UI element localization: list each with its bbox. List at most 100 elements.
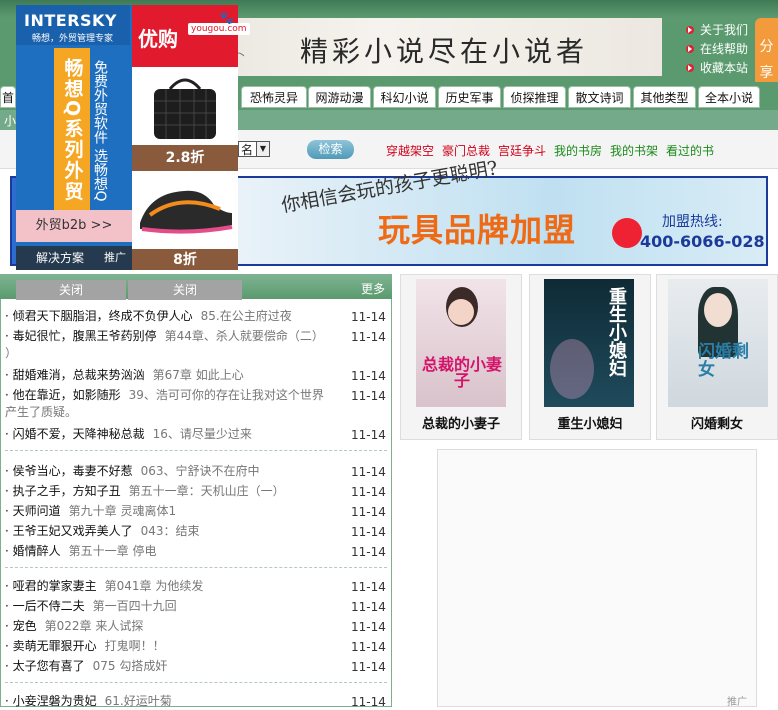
novel-title[interactable]: · 一后不侍二夫 [5,599,85,613]
novel-title[interactable]: · 毒妃很忙，腹黑王爷药别停 [5,329,157,343]
book-cover[interactable]: 闪婚剩女 [668,279,768,407]
chapter-title[interactable]: 39、浩可可你的存在让我对这个世界 [129,388,324,402]
bookmark-link[interactable]: 收藏本站 [686,58,756,77]
nav-tab-history[interactable]: 历史军事 [438,86,501,108]
chapter-title[interactable]: 第五十一章：天机山庄（一） [129,484,285,498]
about-link[interactable]: 关于我们 [686,20,756,39]
chapter-title[interactable]: 043：结束 [141,524,200,538]
update-date: 11-14 [351,525,386,539]
book-cover-title: 重生小媳妇 [606,287,627,377]
list-item[interactable]: · 毒妃很忙，腹黑王爷药别停 第44章、杀人就要偿命（二） ） [5,328,340,362]
book-cover[interactable]: 总裁的小妻子 [416,279,506,407]
novel-title[interactable]: · 闪婚不爱，天降神秘总裁 [5,427,145,441]
novel-title[interactable]: · 天师问道 [5,504,61,518]
ad-phone: 400-6066-028 [640,232,765,251]
link-ceo[interactable]: 豪门总裁 [442,142,490,159]
banner-slogan: 精彩小说尽在小说者 [300,35,589,68]
promo-box[interactable] [437,449,757,707]
ad-tag: 推广 [104,251,126,264]
list-item[interactable]: · 他在靠近，如影随形 39、浩可可你的存在让我对这个世界产生了质疑。 [5,387,340,421]
novel-title[interactable]: · 侯爷当心，毒妻不好惹 [5,464,133,478]
search-button[interactable]: 检索 [307,140,354,159]
list-item[interactable]: · 小妾涅磐为贵妃 61.好运叶菊 [5,693,340,710]
novel-title[interactable]: · 王爷王妃又戏弄美人了 [5,524,133,538]
list-item[interactable]: · 宠色 第022章 来人试探 [5,618,340,635]
sneaker-image[interactable] [132,171,238,249]
chapter-title[interactable]: 第五十一章 停电 [69,544,157,558]
list-item[interactable]: · 闪婚不爱，天降神秘总裁 16、请尽量少过来 [5,426,340,443]
intersky-logo: INTERSKY 畅想，外贸管理专家 [16,5,130,45]
list-item[interactable]: · 倾君天下胭脂泪，终成不负伊人心 85.在公主府过夜 [5,308,340,325]
chapter-title[interactable]: 第44章、杀人就要偿命（二） [165,329,324,343]
nav-tab-complete[interactable]: 全本小说 [698,86,760,108]
link-my-study[interactable]: 我的书房 [554,142,602,159]
solution-link[interactable]: 解决方案 推广 [16,246,132,270]
novel-title[interactable]: · 宠色 [5,619,37,633]
yougou-logo[interactable]: 优购 yougou.com 🐾 [132,5,250,67]
handbag-image[interactable] [132,67,238,145]
list-item[interactable]: · 太子您有喜了 075 勾搭成奸 [5,658,340,675]
sneaker-icon [140,190,233,234]
book-title[interactable]: 闪婚剩女 [656,413,778,432]
novel-title[interactable]: · 太子您有喜了 [5,659,85,673]
list-item[interactable]: · 一后不侍二夫 第一百四十九回 [5,598,340,615]
list-item[interactable]: · 哑君的掌家妻主 第041章 为他续发 [5,578,340,595]
arrow-icon [686,25,694,34]
list-item[interactable]: · 婚情醉人 第五十一章 停电 [5,543,340,560]
chapter-title-wrap[interactable]: ） [5,345,340,362]
nav-tab-horror[interactable]: 恐怖灵异 [241,86,307,108]
b2b-link[interactable]: 外贸b2b >> [16,210,132,242]
link-my-shelf[interactable]: 我的书架 [610,142,658,159]
chapter-title[interactable]: 打鬼啊！！ [105,639,165,653]
search-type-select[interactable]: 名 ▼ [238,141,270,157]
chapter-title[interactable]: 61.好运叶菊 [105,694,172,708]
chapter-title[interactable]: 85.在公主府过夜 [201,309,292,323]
top-links: 关于我们 在线帮助 收藏本站 [686,20,756,77]
novel-title[interactable]: · 执子之手，方知子丑 [5,484,121,498]
link-history[interactable]: 看过的书 [666,142,714,159]
phone-icon [612,218,642,248]
link-time-travel[interactable]: 穿越架空 [386,142,434,159]
chapter-title[interactable]: 第041章 为他续发 [105,579,204,593]
list-item[interactable]: · 甜婚难消，总裁来势汹汹 第67章 如此上心 [5,367,340,384]
novel-title[interactable]: · 甜婚难消，总裁来势汹汹 [5,368,145,382]
book-cover[interactable]: 重生小媳妇 [544,279,634,407]
list-item[interactable]: · 卖萌无罪狠开心 打鬼啊！！ [5,638,340,655]
help-link[interactable]: 在线帮助 [686,39,756,58]
novel-title[interactable]: · 哑君的掌家妻主 [5,579,97,593]
list-tab-1[interactable]: 关闭 [16,280,126,300]
chapter-title[interactable]: 第022章 来人试探 [45,619,144,633]
book-title[interactable]: 重生小媳妇 [529,413,651,432]
novel-title[interactable]: · 小妾涅磐为贵妃 [5,694,97,708]
novel-title[interactable]: · 婚情醉人 [5,544,61,558]
chapter-title-wrap[interactable]: 产生了质疑。 [5,404,340,421]
update-date: 11-14 [351,620,386,634]
link-palace[interactable]: 宫廷争斗 [498,142,546,159]
more-link[interactable]: 更多 [361,280,385,297]
discount-badge-2: 8折 [132,249,238,270]
list-item[interactable]: · 天师问道 第九十章 灵魂离体1 [5,503,340,520]
book-cover-title: 闪婚剩女 [698,342,749,380]
floating-ad-vertical-text: 畅想Q系列外贸 [54,48,90,212]
nav-tab-home[interactable]: 首 [0,86,16,108]
book-title[interactable]: 总裁的小妻子 [400,413,522,432]
novel-title[interactable]: · 他在靠近，如影随形 [5,388,121,402]
nav-tab-scifi[interactable]: 科幻小说 [373,86,436,108]
list-item[interactable]: · 王爷王妃又戏弄美人了 043：结束 [5,523,340,540]
list-item[interactable]: · 侯爷当心，毒妻不好惹 063、宁舒诀不在府中 [5,463,340,480]
chapter-title[interactable]: 第九十章 灵魂离体1 [69,504,176,518]
nav-tab-other[interactable]: 其他类型 [633,86,696,108]
novel-title[interactable]: · 倾君天下胭脂泪，终成不负伊人心 [5,309,193,323]
arrow-icon [686,63,694,72]
list-item[interactable]: · 执子之手，方知子丑 第五十一章：天机山庄（一） [5,483,340,500]
chapter-title[interactable]: 075 勾搭成奸 [93,659,168,673]
nav-tab-poetry[interactable]: 散文诗词 [568,86,631,108]
nav-tab-games[interactable]: 网游动漫 [308,86,371,108]
chapter-title[interactable]: 第一百四十九回 [93,599,177,613]
chapter-title[interactable]: 第67章 如此上心 [153,368,244,382]
chapter-title[interactable]: 063、宁舒诀不在府中 [141,464,260,478]
nav-tab-detective[interactable]: 侦探推理 [503,86,566,108]
list-tab-2[interactable]: 关闭 [128,280,242,300]
novel-title[interactable]: · 卖萌无罪狠开心 [5,639,97,653]
chapter-title[interactable]: 16、请尽量少过来 [153,427,252,441]
